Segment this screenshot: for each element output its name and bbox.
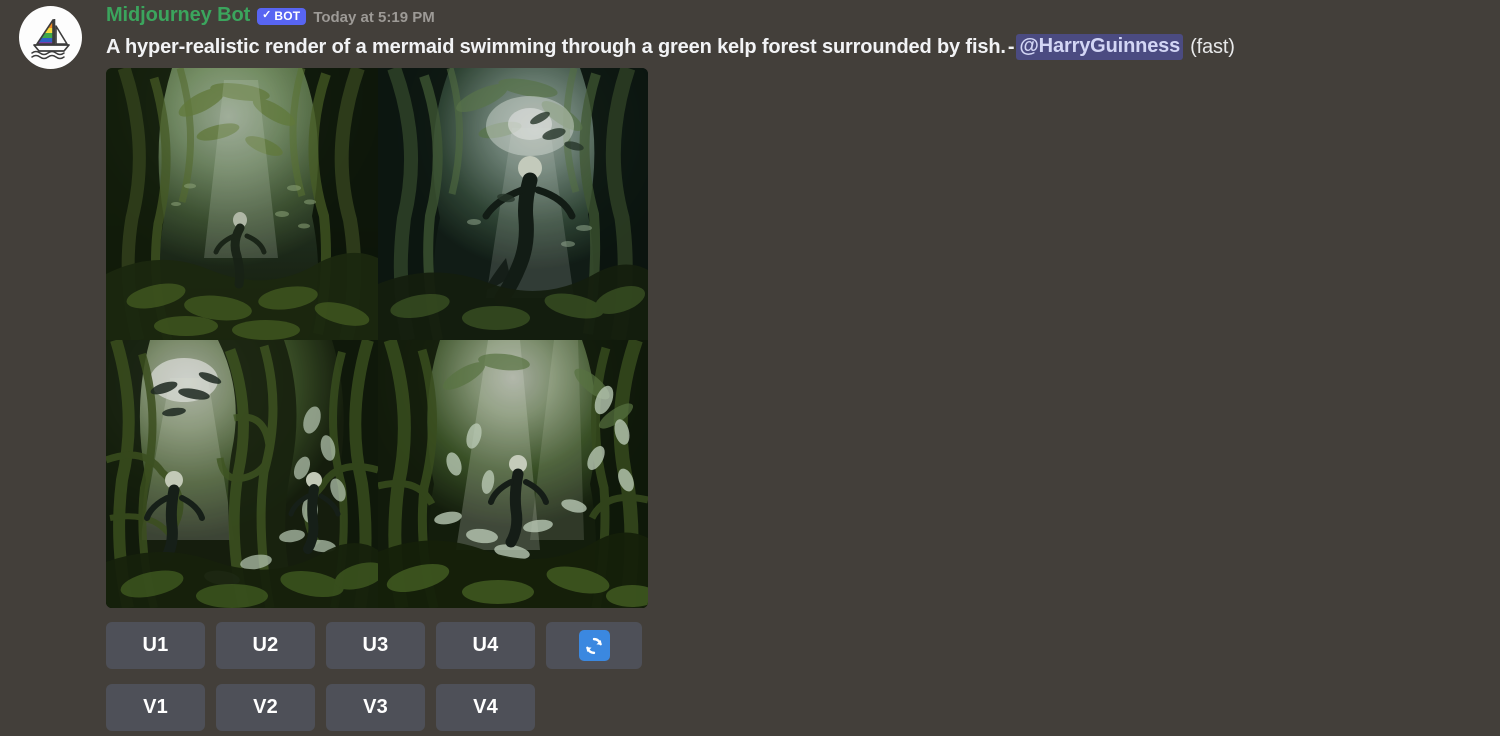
variation-button-row: V1 V2 V3 V4: [106, 684, 535, 731]
bot-badge-label: BOT: [274, 8, 301, 23]
author-name[interactable]: Midjourney Bot: [106, 4, 250, 27]
bot-badge: ✓ BOT: [257, 7, 307, 25]
sailboat-rainbow-icon: [27, 14, 75, 62]
variation-4-button[interactable]: V4: [436, 684, 535, 731]
verified-check-icon: ✓: [262, 9, 272, 21]
user-mention[interactable]: @HarryGuinness: [1016, 34, 1184, 60]
grid-image-1[interactable]: [106, 68, 378, 340]
avatar[interactable]: [19, 6, 82, 69]
prompt-separator: -: [1007, 35, 1015, 58]
upscale-button-row: U1 U2 U3 U4: [106, 622, 642, 669]
prompt-text: A hyper-realistic render of a mermaid sw…: [106, 35, 1006, 58]
message-timestamp: Today at 5:19 PM: [313, 8, 435, 26]
upscale-2-button[interactable]: U2: [216, 622, 315, 669]
refresh-icon: [578, 630, 610, 661]
image-grid[interactable]: [106, 68, 648, 608]
variation-1-button[interactable]: V1: [106, 684, 205, 731]
discord-message: Midjourney Bot ✓ BOT Today at 5:19 PM A …: [0, 0, 1500, 736]
upscale-1-button[interactable]: U1: [106, 622, 205, 669]
reroll-button[interactable]: [546, 622, 642, 669]
upscale-3-button[interactable]: U3: [326, 622, 425, 669]
generation-mode-label: (fast): [1190, 35, 1235, 58]
message-header: Midjourney Bot ✓ BOT Today at 5:19 PM: [106, 2, 435, 28]
upscale-4-button[interactable]: U4: [436, 622, 535, 669]
variation-2-button[interactable]: V2: [216, 684, 315, 731]
grid-image-2[interactable]: [378, 68, 648, 340]
message-content: A hyper-realistic render of a mermaid sw…: [106, 33, 1235, 61]
variation-3-button[interactable]: V3: [326, 684, 425, 731]
grid-image-4[interactable]: [378, 340, 648, 608]
grid-image-3[interactable]: [106, 340, 378, 608]
